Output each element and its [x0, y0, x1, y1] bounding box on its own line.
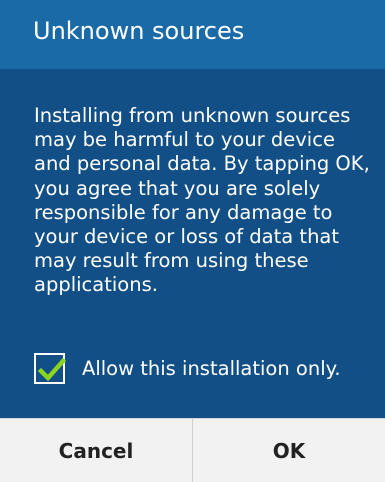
dialog-button-bar: Cancel OK: [0, 418, 385, 482]
dialog-title: Unknown sources: [33, 17, 245, 45]
dialog-body: Installing from unknown sources may be h…: [0, 69, 385, 418]
cancel-button[interactable]: Cancel: [0, 419, 192, 482]
allow-installation-label: Allow this installation only.: [82, 356, 341, 380]
dialog-title-bar: Unknown sources: [0, 0, 385, 69]
dialog-message: Installing from unknown sources may be h…: [34, 104, 370, 297]
allow-installation-option[interactable]: Allow this installation only.: [34, 350, 341, 386]
check-mark-icon: [37, 357, 67, 381]
allow-installation-checkbox[interactable]: [34, 352, 67, 384]
unknown-sources-dialog: Unknown sources Installing from unknown …: [0, 0, 385, 482]
ok-button[interactable]: OK: [193, 419, 385, 482]
